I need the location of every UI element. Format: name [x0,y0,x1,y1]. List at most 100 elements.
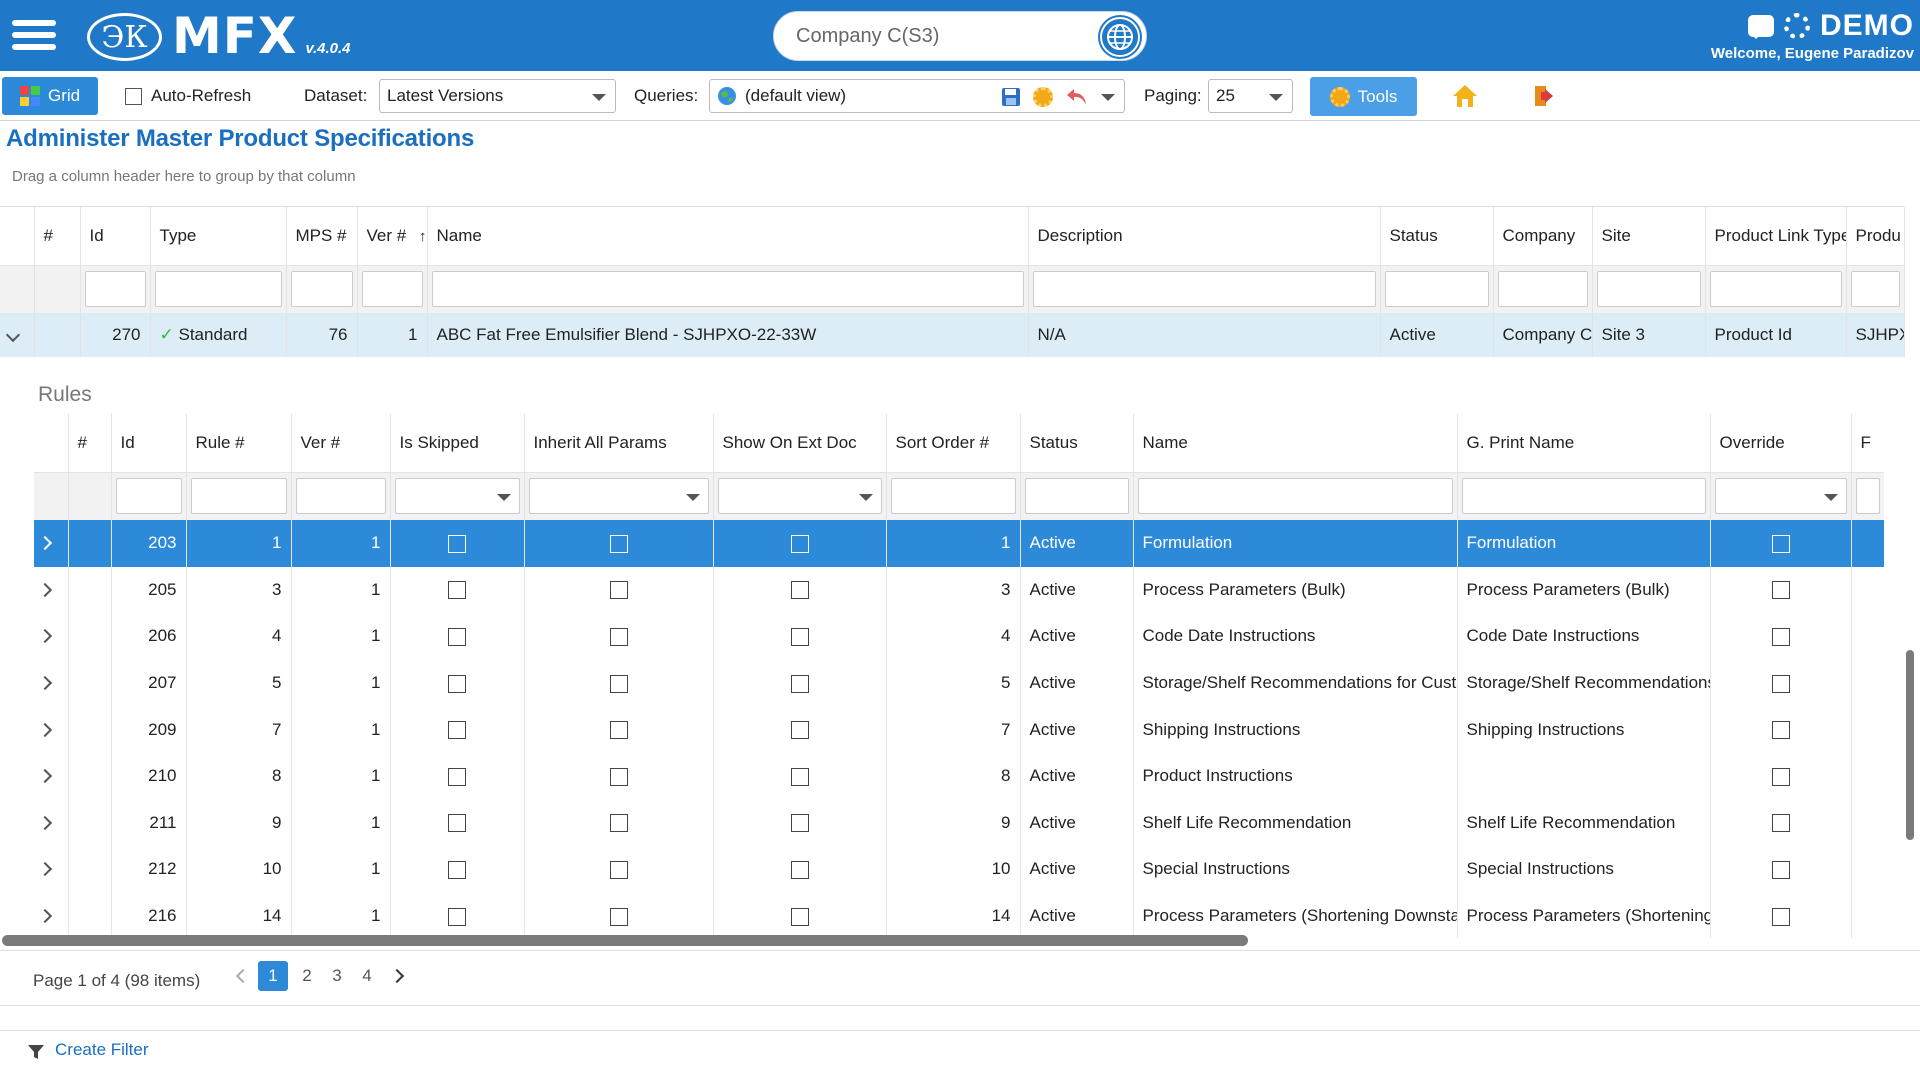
expand-chevron-icon[interactable] [37,629,53,644]
master-col-description[interactable]: Description [1028,207,1381,266]
rules-filter-ver-input[interactable] [295,478,386,515]
rules-cell-expand[interactable] [34,799,69,847]
page-1-button[interactable]: 1 [258,961,288,991]
logout-icon[interactable] [1533,84,1555,113]
rules-filter-name-input[interactable] [1137,478,1453,515]
home-icon[interactable] [1452,84,1478,113]
is-skipped-checkbox[interactable] [448,860,466,879]
rules-col-is-skipped[interactable]: Is Skipped [390,414,525,473]
master-data-row[interactable]: 270 ✓ Standard 76 1 ABC Fat Free Emulsif… [0,313,1905,357]
override-checkbox[interactable] [1771,907,1790,926]
page-4-button[interactable]: 4 [352,961,382,991]
expand-chevron-icon[interactable] [37,536,53,551]
show-on-ext-doc-checkbox[interactable] [790,721,809,740]
globe-icon[interactable] [1100,17,1140,57]
is-skipped-checkbox[interactable] [448,628,466,646]
rules-row[interactable]: 203 1 1 1 Active Formulation Formulation [34,520,1884,567]
gear-icon[interactable] [1033,87,1053,107]
collapse-chevron-icon[interactable] [5,327,21,343]
expand-chevron-icon[interactable] [37,862,53,877]
paging-select[interactable]: 25 [1208,79,1293,113]
is-skipped-checkbox[interactable] [448,814,466,833]
prev-page-icon[interactable] [228,961,258,991]
rules-col-status[interactable]: Status [1020,414,1134,473]
override-checkbox[interactable] [1771,628,1790,646]
rules-row[interactable]: 206 4 1 4 Active Code Date Instructions Code D… [34,613,1884,660]
filter-site-input[interactable] [1596,271,1701,308]
master-col-status[interactable]: Status [1380,207,1494,266]
is-skipped-checkbox[interactable] [448,767,466,786]
rules-cell-expand[interactable] [34,566,69,614]
create-filter-link[interactable]: Create Filter [55,1040,149,1060]
master-col-site[interactable]: Site [1592,207,1706,266]
master-col-company[interactable]: Company [1493,207,1593,266]
rules-col-name[interactable]: Name [1133,414,1458,473]
filter-company-input[interactable] [1497,271,1588,308]
expand-chevron-icon[interactable] [37,676,53,691]
filter-produ-input[interactable] [1850,271,1900,308]
override-checkbox[interactable] [1771,581,1790,600]
inherit-all-params-checkbox[interactable] [609,860,628,879]
master-col-ver[interactable]: Ver # ↑ [357,207,428,266]
rules-filter-override-select[interactable] [1714,478,1847,515]
show-on-ext-doc-checkbox[interactable] [790,907,809,926]
dataset-select[interactable]: Latest Versions [379,79,616,113]
queries-select[interactable]: (default view) [709,79,1125,113]
horizontal-scrollbar[interactable] [2,935,1248,946]
is-skipped-checkbox[interactable] [448,534,466,553]
rules-filter-status-input[interactable] [1024,478,1129,515]
inherit-all-params-checkbox[interactable] [609,581,628,600]
page-2-button[interactable]: 2 [292,961,322,991]
chevron-down-icon[interactable] [1101,94,1115,101]
rules-row[interactable]: 211 9 1 9 Active Shelf Life Recommendation She… [34,799,1884,847]
is-skipped-checkbox[interactable] [448,907,466,926]
rules-col-hash[interactable]: # [68,414,112,473]
override-checkbox[interactable] [1771,767,1790,786]
hamburger-menu-icon[interactable] [12,20,56,54]
filter-name-input[interactable] [431,271,1024,308]
show-on-ext-doc-checkbox[interactable] [790,581,809,600]
rules-row[interactable]: 209 7 1 7 Active Shipping Instructions Shippin… [34,706,1884,753]
inherit-all-params-checkbox[interactable] [609,814,628,833]
show-on-ext-doc-checkbox[interactable] [790,628,809,646]
rules-col-override[interactable]: Override [1710,414,1852,473]
is-skipped-checkbox[interactable] [448,674,466,693]
rules-filter-show-ext-select[interactable] [717,478,882,515]
master-col-type[interactable]: Type [150,207,287,266]
expand-chevron-icon[interactable] [37,815,53,830]
rules-col-show-on-ext-doc[interactable]: Show On Ext Doc [713,414,887,473]
show-on-ext-doc-checkbox[interactable] [790,860,809,879]
rules-col-id[interactable]: Id [111,414,187,473]
rules-cell-expand[interactable] [34,846,69,893]
override-checkbox[interactable] [1771,674,1790,693]
filter-mps-input[interactable] [290,271,353,308]
show-on-ext-doc-checkbox[interactable] [790,767,809,786]
rules-col-f[interactable]: F [1851,414,1884,473]
rules-cell-expand[interactable] [34,520,69,567]
save-icon[interactable] [1001,87,1021,112]
filter-ver-input[interactable] [361,271,423,308]
is-skipped-checkbox[interactable] [448,721,466,740]
undo-icon[interactable] [1065,86,1089,113]
inherit-all-params-checkbox[interactable] [609,767,628,786]
master-col-mps[interactable]: MPS # [286,207,358,266]
rules-col-ver[interactable]: Ver # [291,414,391,473]
show-on-ext-doc-checkbox[interactable] [790,674,809,693]
expand-chevron-icon[interactable] [37,908,53,924]
rules-row[interactable]: 210 8 1 8 Active Product Instructions [34,752,1884,800]
master-col-produ[interactable]: Produ [1846,207,1905,266]
rules-row[interactable]: 205 3 1 3 Active Process Parameters (Bulk) Pro… [34,566,1884,614]
rules-filter-is-skipped-select[interactable] [394,478,520,515]
is-skipped-checkbox[interactable] [448,581,466,600]
filter-description-input[interactable] [1032,271,1376,308]
rules-filter-f-input[interactable] [1855,478,1880,515]
app-logo[interactable]: ЭК MFX v.4.0.4 [87,11,351,61]
rules-filter-id-input[interactable] [115,478,182,515]
rules-col-rule[interactable]: Rule # [186,414,292,473]
page-3-button[interactable]: 3 [322,961,352,991]
master-col-name[interactable]: Name [427,207,1029,266]
filter-product-link-type-input[interactable] [1709,271,1842,308]
override-checkbox[interactable] [1771,534,1790,553]
override-checkbox[interactable] [1771,721,1790,740]
rules-cell-expand[interactable] [34,752,69,800]
